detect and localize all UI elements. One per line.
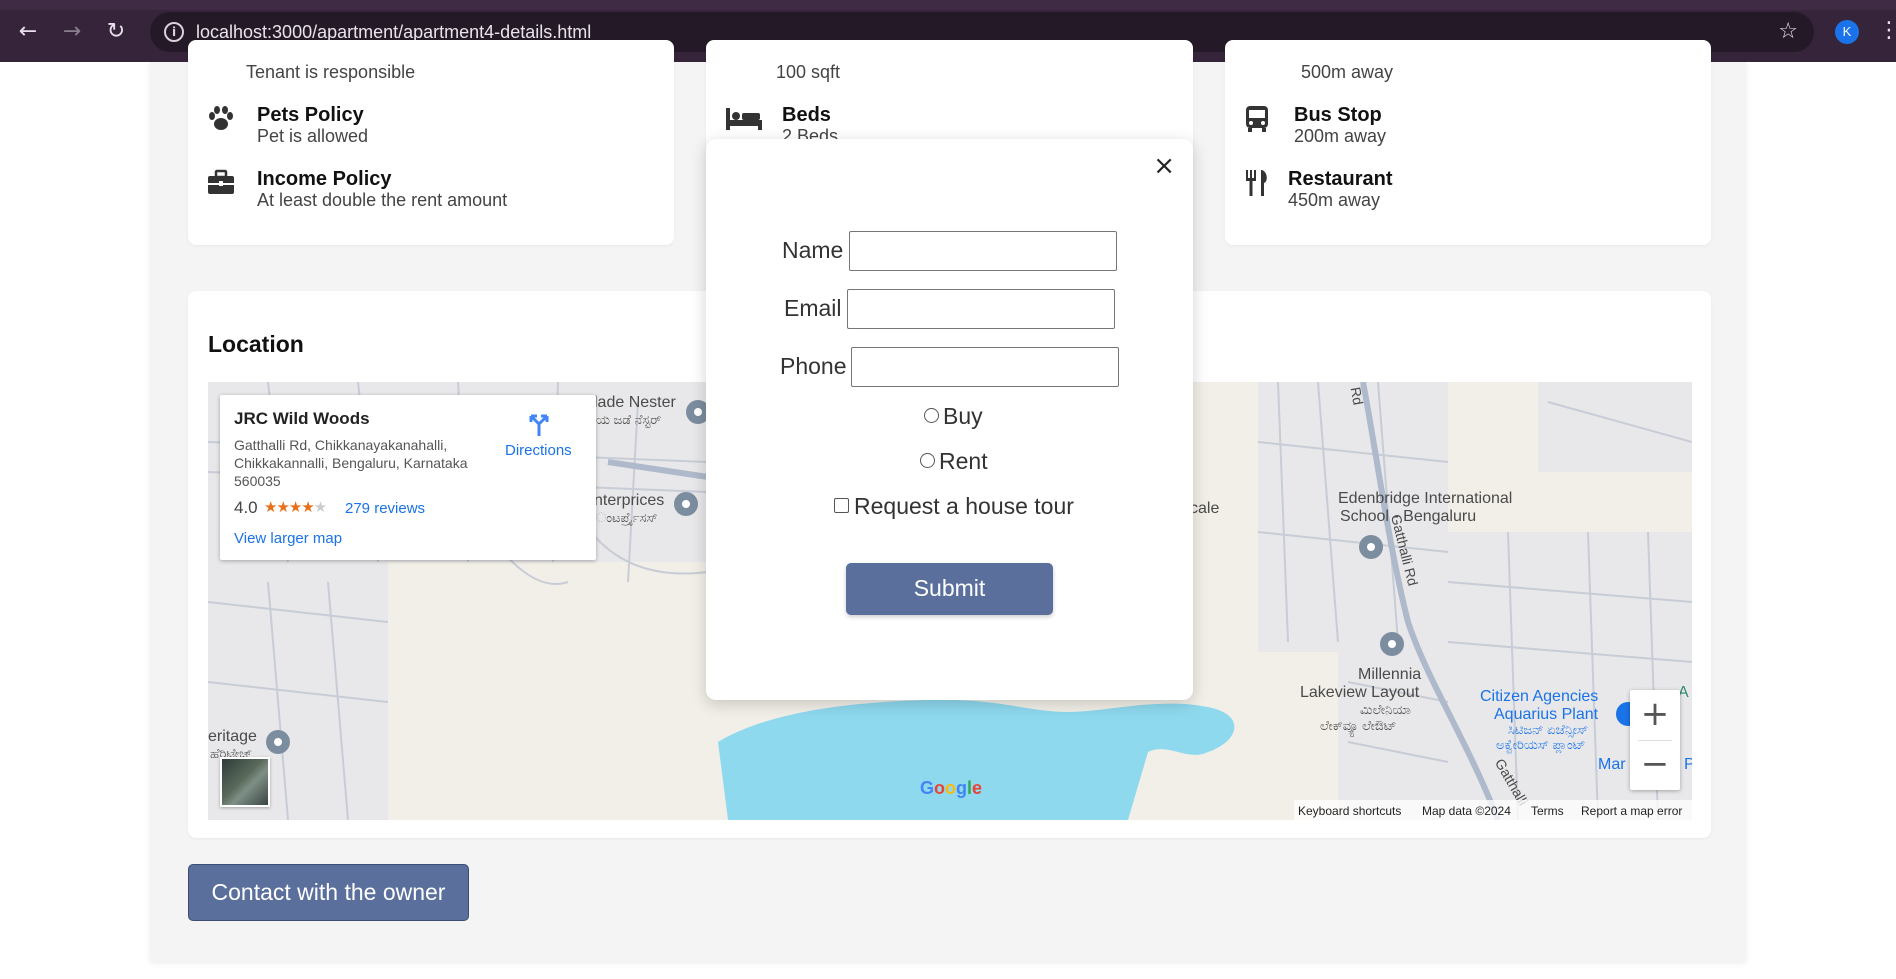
buy-radio[interactable] <box>924 408 939 423</box>
forward-icon[interactable]: → <box>60 20 84 44</box>
contact-owner-button[interactable]: Contact with the owner <box>188 864 469 921</box>
feature-subtitle: 200m away <box>1294 126 1387 146</box>
road-label: Rd <box>1347 385 1367 407</box>
map-label: ಯ ಜಡೆ ನೆಸ್ಟರ್ <box>596 412 662 427</box>
map-label: School - Bengaluru <box>1340 508 1477 525</box>
phone-label: Phone <box>780 353 847 379</box>
feature-subtitle: 100 sqft <box>776 62 841 82</box>
rent-radio[interactable] <box>920 453 935 468</box>
rent-label: Rent <box>939 448 988 474</box>
feature-title: Beds <box>782 104 831 126</box>
map-label: cale <box>1190 500 1220 517</box>
star-icon: ★ <box>313 498 327 516</box>
map-label: eritage <box>208 728 257 745</box>
report-map-error-link[interactable]: Report a map error <box>1581 804 1682 820</box>
map-label: lade Nester <box>594 394 676 411</box>
house-tour-label: Request a house tour <box>854 493 1074 519</box>
feature-title: Income Policy <box>257 168 392 190</box>
feature-subtitle: 450m away <box>1288 190 1381 210</box>
briefcase-icon <box>206 168 236 198</box>
map-data-text: Map data ©2024 <box>1422 804 1511 818</box>
map-label: nterprices <box>594 492 665 509</box>
back-icon[interactable]: ← <box>16 20 40 44</box>
star-icon: ★★★★ <box>264 498 315 516</box>
logo-letter: o <box>945 778 957 798</box>
reload-icon[interactable]: ↻ <box>104 20 128 44</box>
terms-link[interactable]: Terms <box>1531 804 1564 820</box>
view-larger-map-link[interactable]: View larger map <box>234 530 342 547</box>
bed-icon <box>724 104 764 134</box>
zoom-control: + − <box>1630 690 1680 790</box>
name-label: Name <box>782 237 844 263</box>
map-label: Millennia <box>1358 666 1422 683</box>
bus-icon <box>1242 104 1272 134</box>
logo-letter: e <box>972 778 983 798</box>
map-label: Citizen Agencies <box>1480 688 1599 705</box>
rating-stars: ★★★★★ <box>264 498 327 516</box>
map-label: Lakeview Layout <box>1300 684 1420 701</box>
feature-title: Pets Policy <box>257 104 364 126</box>
paw-icon <box>206 104 236 134</box>
zoom-out-button[interactable]: − <box>1630 740 1680 790</box>
directions-link[interactable]: Directions <box>505 442 572 459</box>
map-place-card: JRC Wild Woods Gatthalli Rd, Chikkanayak… <box>220 395 596 560</box>
place-name: JRC Wild Woods <box>234 409 370 428</box>
phone-field[interactable] <box>851 347 1119 387</box>
logo-letter: o <box>934 778 946 798</box>
map-label: ಮಿಲೇನಿಯಾ <box>1360 702 1411 717</box>
place-address: Gatthalli Rd, Chikkanayakanahalli, Chikk… <box>234 437 468 489</box>
submit-button[interactable]: Submit <box>846 563 1053 615</box>
email-label: Email <box>784 295 842 321</box>
feature-title: Restaurant <box>1288 168 1393 190</box>
map-label: ಅಕ್ವೇರಿಯಸ್ ಪ್ಲಾಂಟ್ <box>1496 737 1586 752</box>
map-label: Edenbridge International <box>1338 490 1513 507</box>
map-label: P <box>1684 756 1692 773</box>
feature-subtitle: At least double the rent amount <box>257 190 508 210</box>
map-label: ಂಟರ್ಪ್ರೈಸಸ್ <box>596 510 658 525</box>
name-field[interactable] <box>849 231 1117 271</box>
location-title: Location <box>208 331 304 357</box>
feature-title: Bus Stop <box>1294 104 1382 126</box>
buy-label: Buy <box>943 403 983 429</box>
reviews-link[interactable]: 279 reviews <box>345 500 425 517</box>
house-tour-checkbox[interactable] <box>834 498 849 513</box>
feature-subtitle: Tenant is responsible <box>246 62 416 82</box>
map-label: Mar <box>1598 756 1626 773</box>
place-rating: 4.0 <box>234 498 258 517</box>
directions-icon[interactable] <box>526 411 552 437</box>
logo-letter: G <box>920 778 935 798</box>
satellite-toggle[interactable] <box>220 757 270 807</box>
site-info-icon[interactable]: i <box>164 22 184 42</box>
map-label: ಲೇಕ್‌ವ್ಯೂ ಲೇಔಟ್ <box>1320 718 1397 733</box>
contact-modal: × Name Email Phone Buy Rent Request a ho… <box>706 139 1193 700</box>
feature-subtitle: Pet is allowed <box>257 126 369 146</box>
email-field[interactable] <box>847 289 1115 329</box>
profile-avatar[interactable]: K <box>1835 20 1859 44</box>
tab-strip <box>0 0 1896 10</box>
zoom-in-button[interactable]: + <box>1630 690 1680 740</box>
utensils-icon <box>1242 168 1272 198</box>
logo-letter: g <box>956 778 968 798</box>
browser-menu-icon[interactable]: ⋮ <box>1878 18 1896 43</box>
feature-subtitle: 500m away <box>1301 62 1394 82</box>
close-icon[interactable]: × <box>1153 151 1175 181</box>
keyboard-shortcuts-link[interactable]: Keyboard shortcuts <box>1298 804 1401 820</box>
google-logo: Google <box>920 778 982 799</box>
map-label: ಸಿಟಿಜನ್ ಏಜೆನ್ಸೀಸ್ <box>1508 722 1589 737</box>
bookmark-star-icon[interactable]: ☆ <box>1778 19 1798 44</box>
